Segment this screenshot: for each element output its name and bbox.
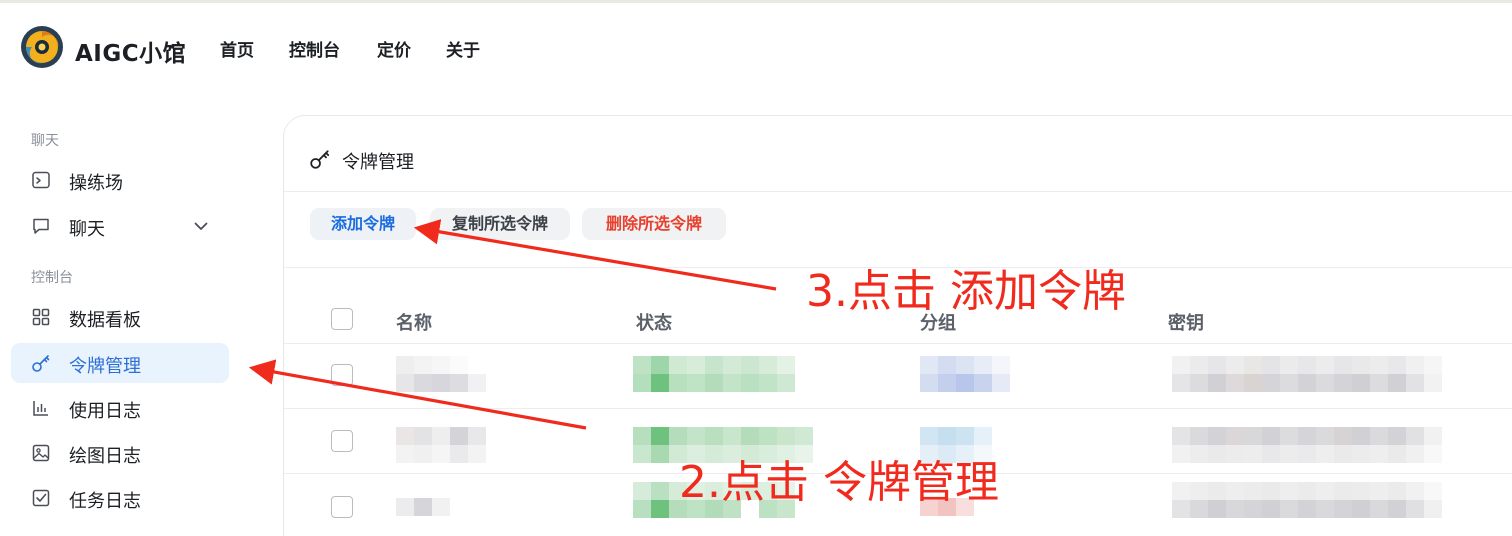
chevron-down-icon[interactable] <box>192 217 210 235</box>
blurred-key-cell <box>1172 482 1442 518</box>
column-header-key: 密钥 <box>1168 313 1204 334</box>
table-header-divider <box>284 343 1512 344</box>
blurred-key-cell <box>1172 427 1442 463</box>
sidebar-section-chat-label: 聊天 <box>31 133 59 149</box>
sidebar-item-usage-log[interactable]: 使用日志 <box>11 388 229 428</box>
key-icon <box>32 355 50 372</box>
copy-selected-tokens-button[interactable]: 复制所选令牌 <box>430 208 570 240</box>
title-divider <box>284 191 1512 192</box>
sidebar-section-console-label: 控制台 <box>31 270 73 286</box>
sidebar-item-playground[interactable]: 操练场 <box>11 160 229 200</box>
column-header-status: 状态 <box>636 313 672 334</box>
add-token-button[interactable]: 添加令牌 <box>310 208 416 240</box>
annotation-step3-text: 3.点击 添加令牌 <box>806 266 1126 317</box>
row-divider <box>284 408 1512 409</box>
sidebar-item-label: 绘图日志 <box>69 446 141 467</box>
blurred-name-cell <box>396 427 486 463</box>
blurred-key-cell <box>1172 356 1442 392</box>
blurred-name-cell <box>396 356 486 392</box>
brand-logo-icon[interactable] <box>20 25 64 69</box>
blurred-status-cell <box>633 356 813 392</box>
sidebar-item-task-log[interactable]: 任务日志 <box>11 478 229 518</box>
sidebar-item-label: 聊天 <box>69 219 105 240</box>
row-checkbox[interactable] <box>331 364 353 386</box>
nav-console[interactable]: 控制台 <box>289 36 340 61</box>
blurred-group-cell <box>920 356 1010 392</box>
row-checkbox[interactable] <box>331 430 353 452</box>
terminal-icon <box>32 171 50 189</box>
select-all-checkbox[interactable] <box>331 308 353 330</box>
nav-about[interactable]: 关于 <box>446 36 480 61</box>
checkbox-task-icon <box>32 489 50 507</box>
chat-bubble-icon <box>33 218 49 234</box>
delete-selected-tokens-button[interactable]: 删除所选令牌 <box>582 208 726 240</box>
annotation-step2-text: 2.点击 令牌管理 <box>679 457 999 508</box>
sidebar: 聊天 操练场 聊天 控制台 数据看板 令牌管理 使用日志 绘图日志 任务日志 <box>0 85 250 536</box>
sidebar-item-label: 令牌管理 <box>69 356 141 377</box>
top-header: AIGC小馆 首页 控制台 定价 关于 <box>0 3 1512 85</box>
nav-pricing[interactable]: 定价 <box>377 36 411 61</box>
sidebar-item-label: 任务日志 <box>69 491 141 512</box>
sidebar-item-dashboard[interactable]: 数据看板 <box>11 297 229 337</box>
sidebar-item-label: 使用日志 <box>69 401 141 422</box>
sidebar-item-label: 数据看板 <box>69 310 141 331</box>
sidebar-item-chat[interactable]: 聊天 <box>11 206 229 246</box>
key-icon <box>310 150 330 169</box>
brand-name[interactable]: AIGC小馆 <box>75 34 186 68</box>
sidebar-item-label: 操练场 <box>69 173 123 194</box>
bar-chart-icon <box>33 401 48 416</box>
nav-home[interactable]: 首页 <box>220 36 254 61</box>
page-title: 令牌管理 <box>342 152 414 173</box>
image-icon <box>32 444 50 462</box>
column-header-name: 名称 <box>396 313 432 334</box>
dashboard-grid-icon <box>32 308 50 326</box>
row-checkbox[interactable] <box>331 496 353 518</box>
sidebar-item-drawing-log[interactable]: 绘图日志 <box>11 433 229 473</box>
sidebar-item-token-management[interactable]: 令牌管理 <box>11 343 229 383</box>
blurred-name-cell <box>396 498 450 516</box>
